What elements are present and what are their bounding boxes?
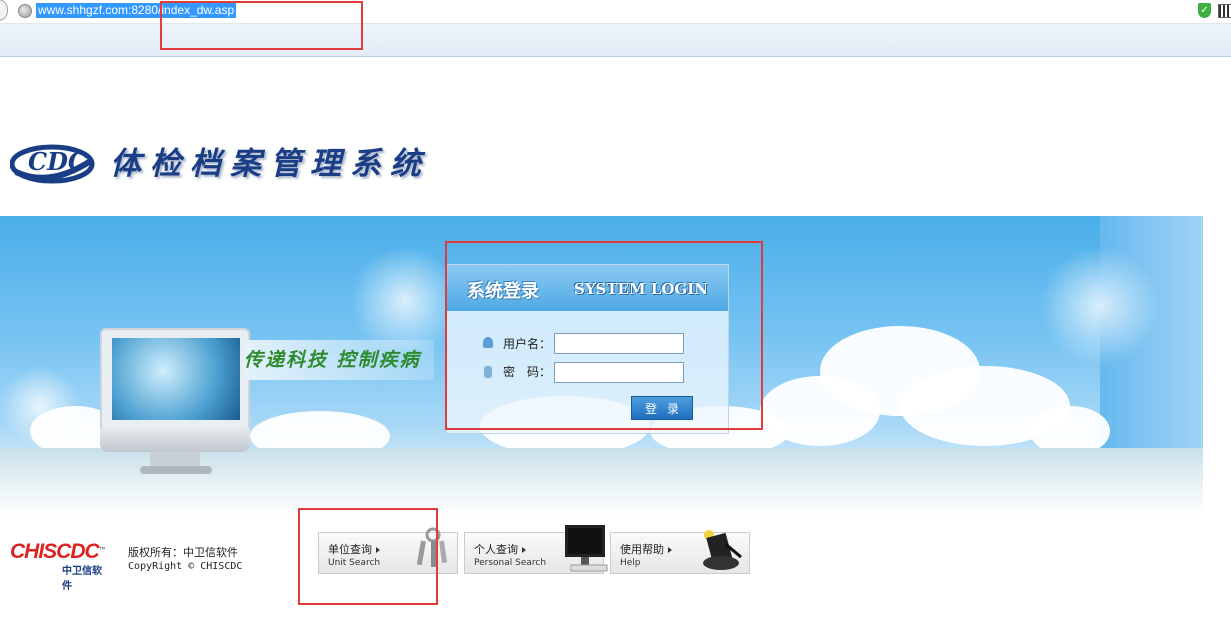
page-title: 体检档案管理系统	[110, 146, 430, 182]
annotation-box-unit-search	[298, 508, 438, 605]
logo-text: CDC	[28, 147, 87, 176]
magic-hat-icon	[703, 530, 742, 570]
shield-check-icon[interactable]: ✓	[1198, 3, 1211, 18]
cdc-logo: CDC	[10, 144, 95, 184]
copyright-text: 版权所有：中卫信软件	[128, 546, 238, 559]
back-button[interactable]	[0, 0, 8, 21]
help-button[interactable]: 使用帮助 Help	[610, 530, 750, 574]
annotation-box-url	[160, 1, 363, 50]
monitor-icon	[565, 525, 608, 572]
qr-code-icon[interactable]	[1218, 4, 1231, 18]
slogan: 传递科技 控制疾病	[244, 340, 434, 380]
monitor-illustration	[100, 328, 250, 478]
annotation-box-login	[445, 241, 763, 430]
copyright-en: CopyRight © CHISCDC	[128, 561, 243, 572]
globe-icon	[18, 4, 32, 18]
chiscdc-logo: CHISCDC™ 中卫信软件	[10, 540, 107, 592]
personal-search-button[interactable]: 个人查询 Personal Search	[464, 525, 608, 574]
